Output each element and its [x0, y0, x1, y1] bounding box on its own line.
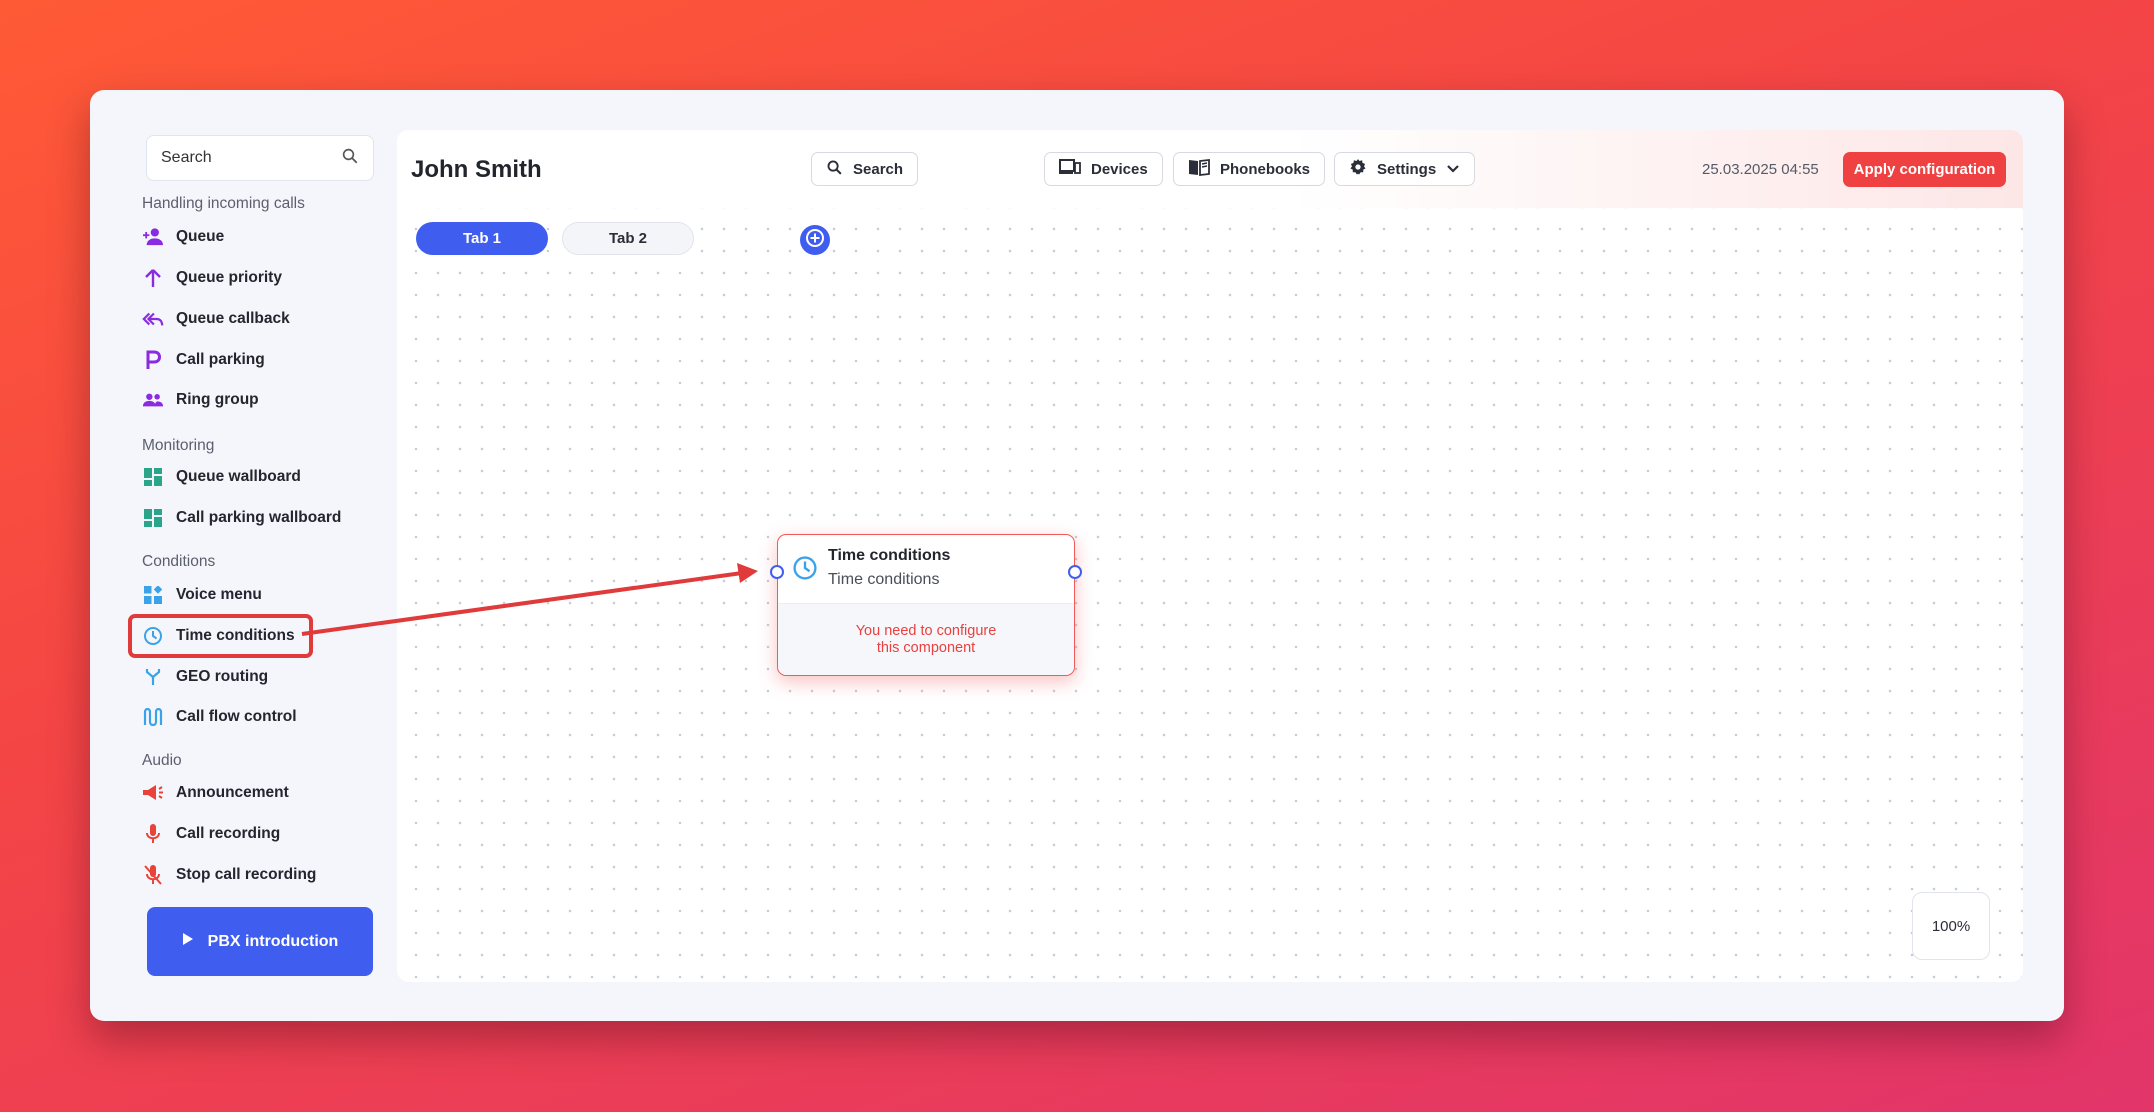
sidebar-item-queue-priority[interactable]: Queue priority — [142, 260, 282, 296]
sidebar-item-queue-callback[interactable]: Queue callback — [142, 301, 290, 337]
page-title: John Smith — [411, 156, 542, 183]
sidebar-item-label: Call parking wallboard — [176, 509, 342, 526]
node-warning-line2: this component — [876, 639, 976, 656]
search-placeholder: Search — [161, 149, 212, 166]
fork-icon — [142, 666, 164, 688]
sidebar-item-label: Call recording — [176, 825, 281, 842]
arrow-up-icon — [142, 267, 164, 289]
search-icon — [341, 147, 359, 170]
devices-button-label: Devices — [1091, 160, 1148, 178]
sidebar-item-label: Stop call recording — [176, 866, 317, 883]
output-port[interactable] — [1068, 565, 1082, 579]
parking-icon — [142, 349, 164, 371]
sidebar-item-label: Announcement — [176, 784, 289, 801]
sidebar-item-label: GEO routing — [176, 668, 269, 685]
sidebar-item-label: Queue wallboard — [176, 468, 301, 485]
microphone-icon — [142, 823, 164, 845]
section-title-monitoring: Monitoring — [142, 437, 215, 454]
add-tab-button[interactable] — [800, 225, 830, 255]
main-panel: John Smith Search Devices Phonebooks Set… — [397, 130, 2023, 982]
megaphone-icon — [142, 782, 164, 804]
gear-icon — [1349, 158, 1367, 180]
input-port[interactable] — [770, 565, 784, 579]
node-subtitle: Time conditions — [828, 571, 940, 588]
sidebar-item-label: Queue callback — [176, 310, 290, 327]
sidebar-item-label: Ring group — [176, 391, 259, 408]
phonebook-icon — [1188, 158, 1210, 180]
widgets-icon — [142, 584, 164, 606]
phonebooks-button-label: Phonebooks — [1220, 160, 1311, 178]
sidebar-item-time-conditions[interactable]: Time conditions — [128, 614, 313, 658]
sidebar: Search Handling incoming calls Queue Que… — [90, 90, 390, 1021]
datetime-display: 25.03.2025 04:55 — [1702, 161, 1819, 178]
sidebar-search-input[interactable]: Search — [146, 135, 374, 181]
devices-icon — [1059, 159, 1081, 179]
node-warning: You need to configure this component — [778, 603, 1074, 675]
group-icon — [142, 389, 164, 411]
chevron-down-icon — [1446, 161, 1460, 178]
sidebar-item-stop-call-recording[interactable]: Stop call recording — [142, 857, 316, 893]
sidebar-item-announcement[interactable]: Announcement — [142, 775, 289, 811]
sidebar-item-call-recording[interactable]: Call recording — [142, 816, 280, 852]
person-add-icon — [142, 226, 164, 248]
pbx-introduction-button[interactable]: PBX introduction — [147, 907, 373, 976]
flow-canvas[interactable] — [397, 208, 2023, 982]
sidebar-item-label: Time conditions — [176, 627, 295, 644]
sidebar-item-call-parking-wallboard[interactable]: Call parking wallboard — [142, 500, 341, 536]
dashboard-icon — [142, 466, 164, 488]
sidebar-item-queue-wallboard[interactable]: Queue wallboard — [142, 459, 301, 495]
sidebar-item-ring-group[interactable]: Ring group — [142, 382, 259, 418]
sidebar-item-label: Voice menu — [176, 586, 262, 603]
reply-all-icon — [142, 308, 164, 330]
devices-button[interactable]: Devices — [1044, 152, 1163, 186]
section-title-conditions: Conditions — [142, 553, 216, 570]
flow-icon — [142, 706, 164, 728]
search-icon — [826, 159, 843, 180]
play-icon — [182, 932, 194, 951]
app-window: Search Handling incoming calls Queue Que… — [90, 90, 2064, 1021]
dashboard-icon — [142, 507, 164, 529]
clock-icon — [792, 555, 818, 586]
settings-dropdown[interactable]: Settings — [1334, 152, 1476, 186]
top-bar: John Smith Search Devices Phonebooks Set… — [397, 130, 2023, 208]
phonebooks-button[interactable]: Phonebooks — [1173, 152, 1326, 186]
clock-icon — [142, 625, 164, 647]
node-title: Time conditions — [828, 547, 951, 564]
sidebar-item-label: Call flow control — [176, 708, 297, 725]
section-title-audio: Audio — [142, 752, 182, 769]
sidebar-item-call-flow-control[interactable]: Call flow control — [142, 699, 297, 735]
settings-label: Settings — [1377, 160, 1437, 178]
pbx-button-label: PBX introduction — [207, 932, 339, 950]
sidebar-item-label: Queue — [176, 228, 225, 245]
sidebar-item-call-parking[interactable]: Call parking — [142, 342, 265, 378]
sidebar-item-voice-menu[interactable]: Voice menu — [142, 577, 262, 613]
zoom-level[interactable]: 100% — [1912, 892, 1990, 960]
tab-1[interactable]: Tab 1 — [416, 222, 548, 255]
node-warning-line1: You need to configure — [855, 622, 997, 639]
apply-configuration-button[interactable]: Apply configuration — [1843, 152, 2006, 187]
sidebar-item-label: Call parking — [176, 351, 265, 368]
time-conditions-node[interactable]: Time conditions Time conditions You need… — [770, 534, 1082, 676]
search-button[interactable]: Search — [811, 152, 919, 186]
tab-2[interactable]: Tab 2 — [562, 222, 694, 255]
section-title-incoming: Handling incoming calls — [142, 195, 305, 212]
sidebar-item-label: Queue priority — [176, 269, 282, 286]
sidebar-item-geo-routing[interactable]: GEO routing — [142, 659, 268, 695]
sidebar-item-queue[interactable]: Queue — [142, 219, 224, 255]
microphone-off-icon — [142, 864, 164, 886]
plus-circle-icon — [804, 227, 826, 254]
search-button-label: Search — [853, 160, 904, 178]
